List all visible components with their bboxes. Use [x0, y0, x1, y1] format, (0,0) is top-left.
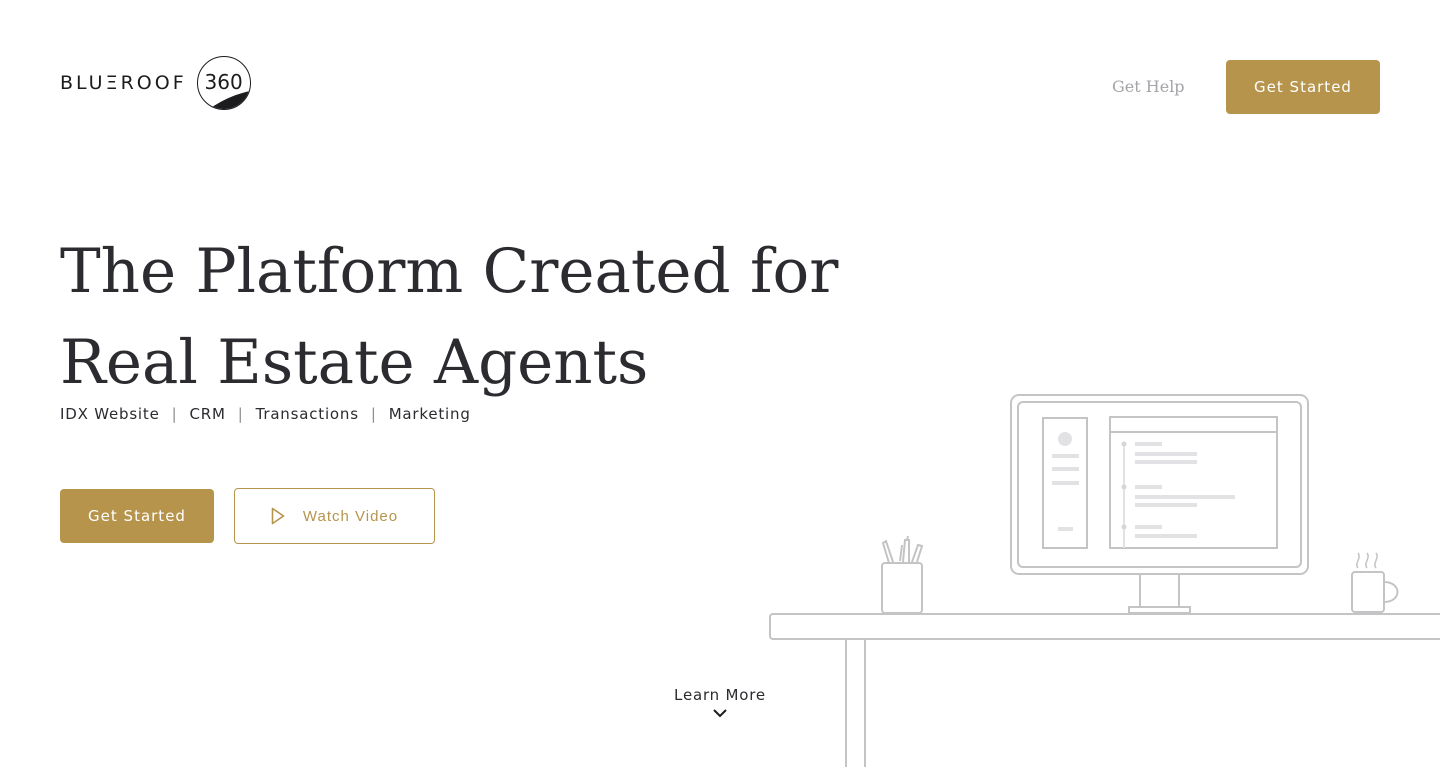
feature-idx-website: IDX Website: [60, 405, 160, 423]
logo-number: 360: [204, 70, 243, 94]
hero-get-started-button[interactable]: Get Started: [60, 489, 214, 543]
chevron-down-icon: [713, 709, 727, 718]
monitor-icon: [1010, 394, 1309, 614]
header-get-started-button[interactable]: Get Started: [1226, 60, 1380, 114]
watch-video-label: Watch Video: [302, 507, 399, 525]
coffee-mug-icon: [1351, 552, 1399, 613]
watch-video-button[interactable]: Watch Video: [234, 488, 435, 544]
feature-crm: CRM: [189, 405, 226, 423]
play-icon: [271, 507, 285, 525]
logo-badge: 360: [196, 56, 251, 110]
logo-wordmark: BLUΞROOF: [60, 72, 187, 94]
feature-marketing: Marketing: [388, 405, 471, 423]
hero-title-line-2: Real Estate Agents: [60, 327, 649, 398]
feature-separator: |: [171, 405, 178, 423]
hero-title-line-1: The Platform Created for: [60, 236, 839, 307]
learn-more-label: Learn More: [674, 686, 766, 704]
hero-title: The Platform Created for Real Estate Age…: [60, 226, 839, 408]
pen-cup-icon: [881, 535, 924, 614]
feature-separator: |: [370, 405, 377, 423]
landing-page: BLUΞROOF 360 Get Help Get Started The Pl…: [0, 0, 1440, 767]
learn-more-link[interactable]: Learn More: [640, 686, 800, 718]
desk-icon: [769, 613, 1440, 767]
feature-separator: |: [237, 405, 244, 423]
get-help-link[interactable]: Get Help: [1112, 77, 1185, 96]
logo[interactable]: BLUΞROOF 360: [60, 56, 251, 110]
feature-transactions: Transactions: [255, 405, 359, 423]
feature-list: IDX Website | CRM | Transactions | Marke…: [60, 405, 471, 423]
